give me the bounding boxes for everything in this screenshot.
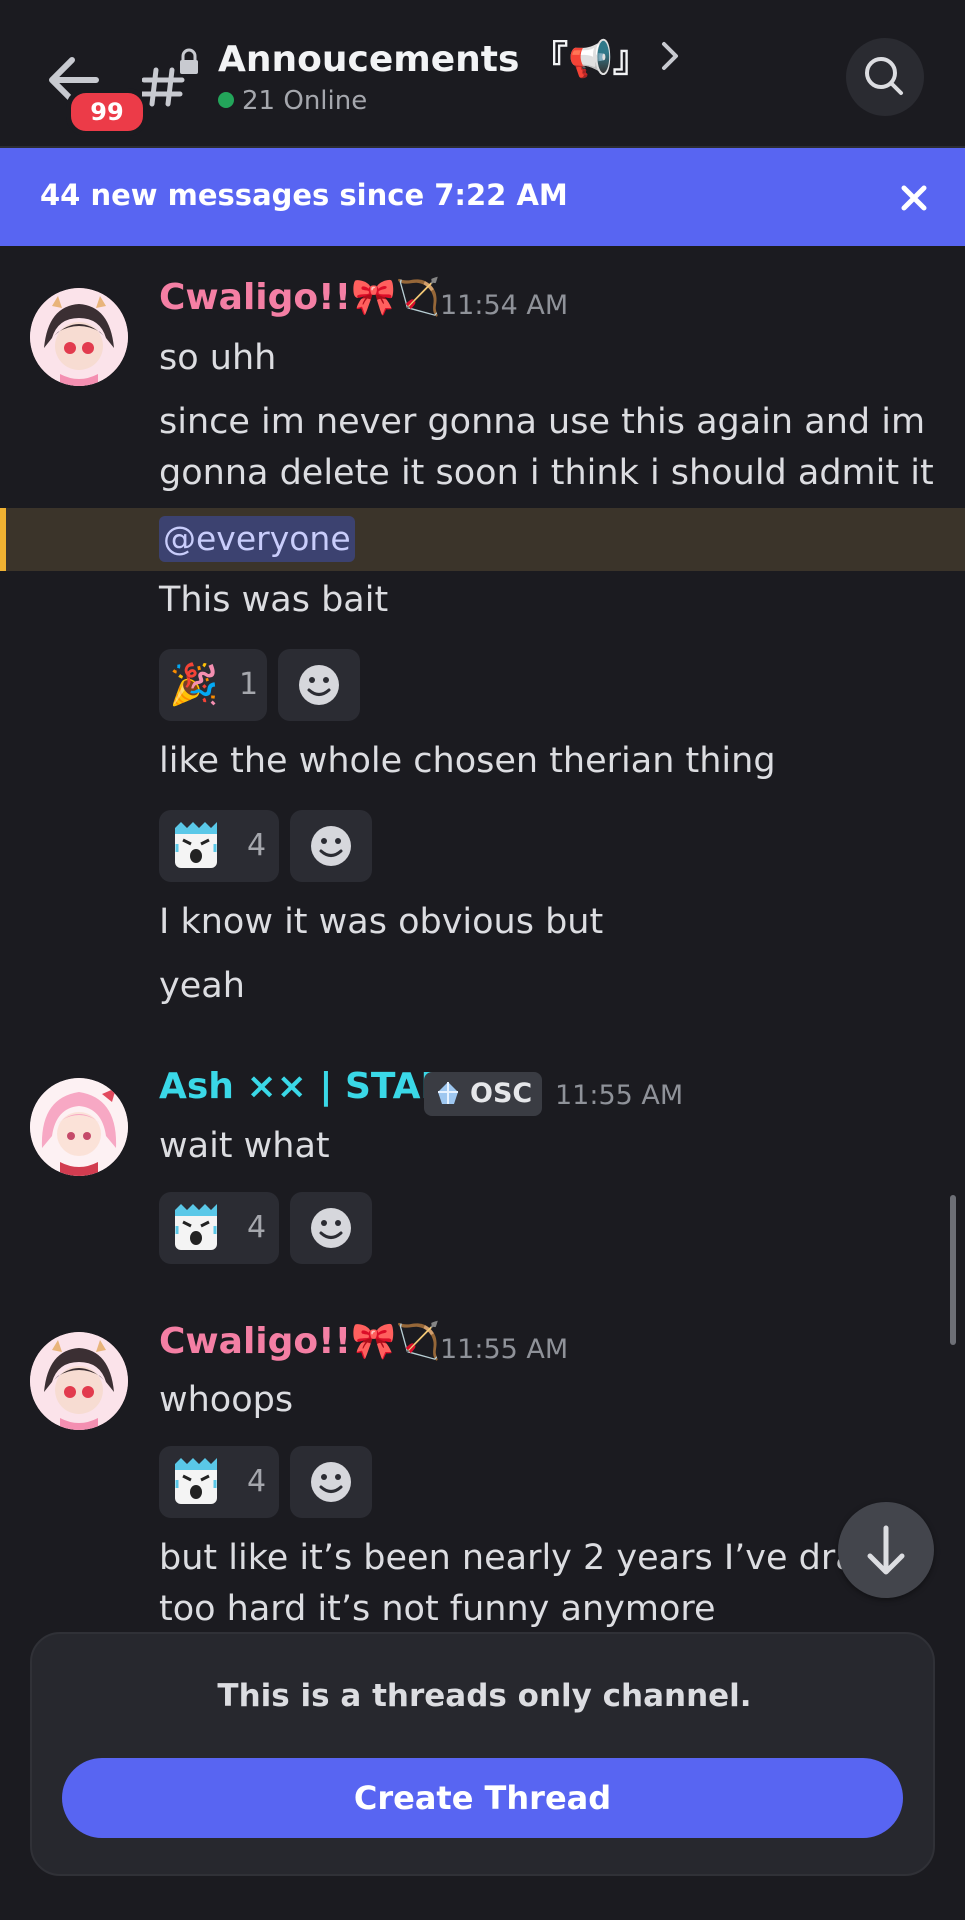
avatar-image xyxy=(30,1078,128,1176)
message-text: whoops xyxy=(159,1380,294,1420)
add-reaction-button[interactable] xyxy=(290,1446,372,1518)
unread-badge: 99 xyxy=(66,88,148,136)
online-status-dot xyxy=(218,92,234,108)
message-time: 11:54 AM xyxy=(440,290,569,321)
message-text: so uhh xyxy=(159,338,277,378)
everyone-mention[interactable]: @everyone xyxy=(159,516,355,562)
reaction-count: 4 xyxy=(247,1210,267,1245)
locked-channel-icon xyxy=(142,48,198,107)
arrow-down-icon xyxy=(867,1525,905,1575)
panic-face-icon xyxy=(175,822,217,868)
online-count: 21 Online xyxy=(218,86,367,116)
search-icon xyxy=(865,57,903,95)
message-text: I know it was obvious but xyxy=(159,902,604,942)
smiley-icon xyxy=(311,826,351,866)
message-text: yeah xyxy=(159,966,245,1006)
message-text: wait what xyxy=(159,1126,330,1166)
message-author[interactable]: Cwaligo!!🎀🏹 xyxy=(159,1320,441,1362)
avatar[interactable] xyxy=(30,288,128,386)
server-tag[interactable]: OSC xyxy=(424,1072,543,1116)
channel-title[interactable]: Annoucements 『📢』 xyxy=(218,30,649,82)
scrollbar-thumb[interactable] xyxy=(950,1195,956,1345)
crystal-tag-icon xyxy=(438,1082,458,1104)
new-messages-text: 44 new messages since 7:22 AM xyxy=(40,178,568,212)
reaction-count: 1 xyxy=(239,667,259,702)
create-thread-button[interactable]: Create Thread xyxy=(62,1758,903,1838)
close-icon[interactable] xyxy=(898,182,930,214)
mention-indicator-bar xyxy=(0,508,6,571)
smiley-icon xyxy=(299,665,339,705)
message-text: too hard it’s not funny anymore xyxy=(159,1589,716,1628)
message-author[interactable]: Cwaligo!!🎀🏹 xyxy=(159,276,441,318)
smiley-icon xyxy=(311,1462,351,1502)
message-text: gonna delete it soon i think i should ad… xyxy=(159,453,934,493)
avatar-image xyxy=(30,288,128,386)
chevron-right-icon[interactable] xyxy=(656,38,684,74)
panic-face-icon xyxy=(175,1458,217,1504)
message-text: This was bait xyxy=(159,580,389,620)
party-popper-icon: 🎉 xyxy=(169,662,219,708)
avatar-image xyxy=(30,1332,128,1430)
add-reaction-button[interactable] xyxy=(290,1192,372,1264)
threads-only-text: This is a threads only channel. xyxy=(217,1678,752,1714)
message-text: but like it’s been nearly 2 years I’ve d… xyxy=(159,1538,902,1578)
reaction-party[interactable]: 🎉 1 xyxy=(159,649,267,721)
search-button[interactable] xyxy=(846,38,924,116)
message-time: 11:55 AM xyxy=(555,1080,684,1111)
new-messages-banner[interactable]: 44 new messages since 7:22 AM xyxy=(0,148,965,246)
reaction-count: 4 xyxy=(247,1464,267,1499)
smiley-icon xyxy=(311,1208,351,1248)
server-tag-label: OSC xyxy=(470,1078,533,1109)
reaction-count: 4 xyxy=(247,828,267,863)
message-time: 11:55 AM xyxy=(440,1334,569,1365)
channel-header: 99 Annoucements 『📢』 21 Online xyxy=(0,0,965,148)
message-text: since im never gonna use this again and … xyxy=(159,402,926,442)
avatar[interactable] xyxy=(30,1078,128,1176)
message-text: like the whole chosen therian thing xyxy=(159,741,776,781)
avatar[interactable] xyxy=(30,1332,128,1430)
message-list[interactable]: Cwaligo!!🎀🏹 11:54 AM so uhh since im nev… xyxy=(0,248,965,1628)
add-reaction-button[interactable] xyxy=(290,810,372,882)
reaction-panic[interactable]: 4 xyxy=(159,1192,279,1264)
mention-highlight-row: @everyone xyxy=(0,508,965,571)
reaction-panic[interactable]: 4 xyxy=(159,1446,279,1518)
online-text: 21 Online xyxy=(242,86,368,116)
add-reaction-button[interactable] xyxy=(278,649,360,721)
threads-only-notice: This is a threads only channel. Create T… xyxy=(30,1632,935,1876)
reaction-panic[interactable]: 4 xyxy=(159,810,279,882)
panic-face-icon xyxy=(175,1204,217,1250)
jump-to-present-button[interactable] xyxy=(838,1502,934,1598)
